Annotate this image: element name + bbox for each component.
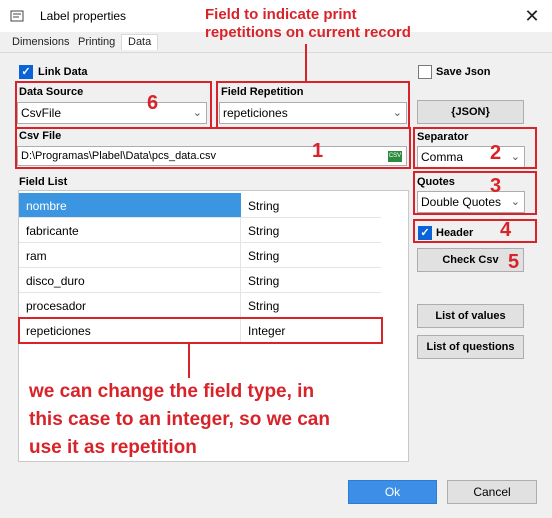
tab-dimensions[interactable]: Dimensions <box>12 36 69 48</box>
annotation-bottom-line3: use it as repetition <box>29 437 197 458</box>
field-type-cell[interactable]: String <box>248 199 279 213</box>
cell-divider <box>240 293 241 318</box>
annotation-box-field-repetition <box>216 81 410 129</box>
annotation-number-3: 3 <box>490 175 502 197</box>
annotation-bottom-line2: this case to an integer, so we can <box>29 409 330 430</box>
field-name-cell[interactable]: disco_duro <box>26 274 85 288</box>
annotation-bottom-line1: we can change the field type, in <box>29 381 315 402</box>
annotation-number-5: 5 <box>508 251 520 273</box>
annotation-box-repeticiones-row <box>18 317 383 344</box>
tab-printing[interactable]: Printing <box>78 36 115 48</box>
annotation-box-data-source <box>15 81 212 129</box>
list-of-values-button[interactable]: List of values <box>417 304 524 328</box>
annotation-top-line1: Field to indicate print <box>205 6 357 23</box>
tab-divider <box>0 52 552 53</box>
window-title: Label properties <box>40 9 127 23</box>
field-list-label: Field List <box>19 176 68 188</box>
field-type-cell[interactable]: String <box>248 249 279 263</box>
cancel-button[interactable]: Cancel <box>447 480 537 504</box>
table-row[interactable]: procesador String <box>19 293 381 318</box>
ok-button[interactable]: Ok <box>348 480 437 504</box>
cell-divider <box>240 218 241 243</box>
field-name-cell[interactable]: ram <box>26 249 47 263</box>
annotation-connector-line <box>188 344 190 378</box>
annotation-box-separator <box>413 127 537 169</box>
close-icon[interactable]: ✕ <box>520 5 544 29</box>
annotation-box-quotes <box>413 171 537 215</box>
annotation-box-header <box>413 219 537 243</box>
field-type-cell[interactable]: String <box>248 299 279 313</box>
cell-divider <box>240 268 241 293</box>
table-row[interactable]: ram String <box>19 243 381 268</box>
json-button[interactable]: {JSON} <box>417 100 524 124</box>
label-properties-icon <box>10 10 24 22</box>
table-row[interactable]: disco_duro String <box>19 268 381 293</box>
annotation-number-6: 6 <box>147 92 159 114</box>
annotation-number-2: 2 <box>490 142 502 164</box>
annotation-box-csv-file <box>15 127 411 169</box>
field-type-cell[interactable]: String <box>248 274 279 288</box>
list-of-questions-button[interactable]: List of questions <box>417 335 524 359</box>
field-name-cell[interactable]: nombre <box>26 199 67 213</box>
save-json-checkbox[interactable] <box>418 65 432 79</box>
annotation-top-line2: repetitions on current record <box>205 24 411 41</box>
table-row[interactable]: fabricante String <box>19 218 381 243</box>
link-data-checkbox[interactable]: ✓ <box>19 65 33 79</box>
annotation-number-1: 1 <box>312 140 324 162</box>
table-row[interactable]: nombre String <box>19 193 381 218</box>
save-json-label: Save Json <box>436 66 491 78</box>
link-data-label: Link Data <box>38 66 88 78</box>
cell-divider <box>240 243 241 268</box>
field-type-cell[interactable]: String <box>248 224 279 238</box>
tab-data[interactable]: Data <box>121 34 159 50</box>
annotation-connector-line <box>305 44 307 82</box>
field-name-cell[interactable]: procesador <box>26 299 86 313</box>
annotation-number-4: 4 <box>500 219 512 241</box>
field-name-cell[interactable]: fabricante <box>26 224 79 238</box>
